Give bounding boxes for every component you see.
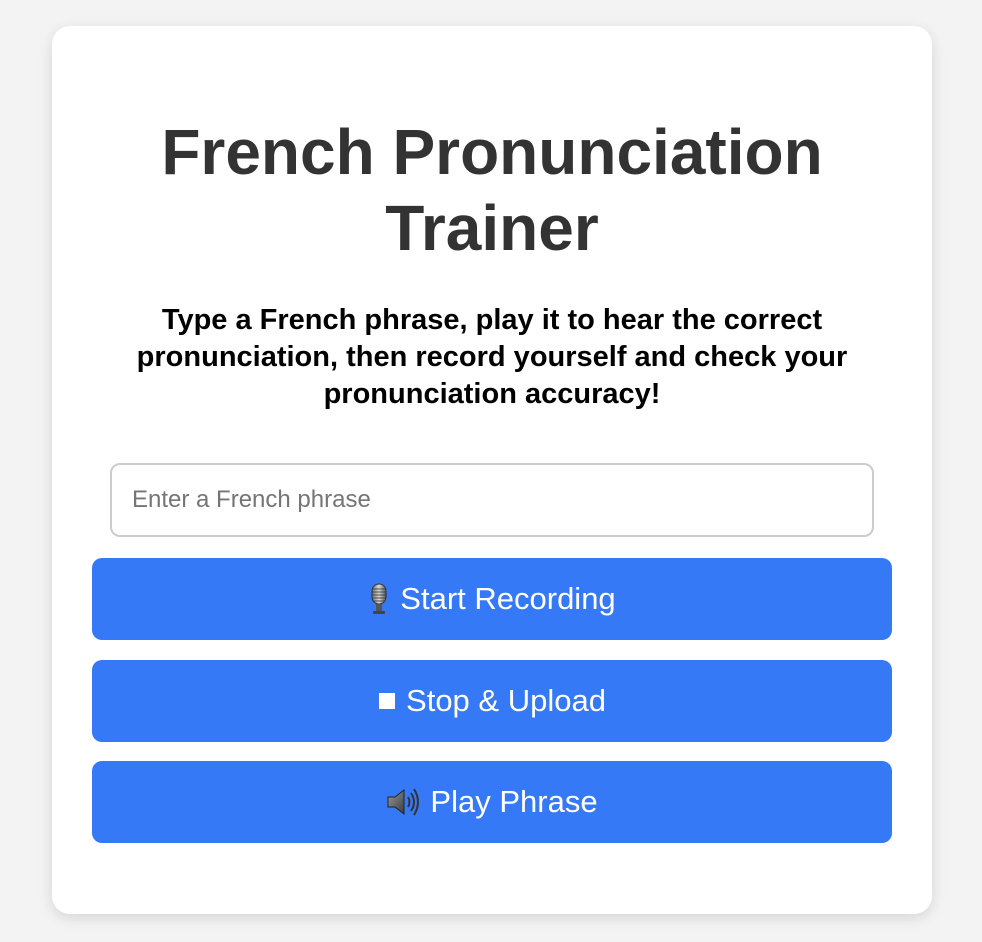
play-phrase-label: Play Phrase — [430, 784, 598, 819]
page-title: French Pronunciation Trainer — [161, 116, 823, 264]
instructions-text: Type a French phrase, play it to hear th… — [136, 304, 848, 410]
stop-upload-label: Stop & Upload — [406, 683, 606, 718]
stop-upload-button[interactable]: Stop & Upload — [92, 660, 892, 742]
start-recording-label: Start Recording — [400, 581, 616, 616]
start-recording-button[interactable]: Start Recording — [92, 558, 892, 640]
phrase-input[interactable] — [110, 463, 874, 537]
stop-square-icon — [378, 692, 396, 710]
speaker-icon — [386, 787, 420, 817]
play-phrase-button[interactable]: Play Phrase — [92, 761, 892, 843]
microphone-icon — [368, 583, 390, 615]
trainer-card: French Pronunciation Trainer Type a Fren… — [52, 26, 932, 914]
